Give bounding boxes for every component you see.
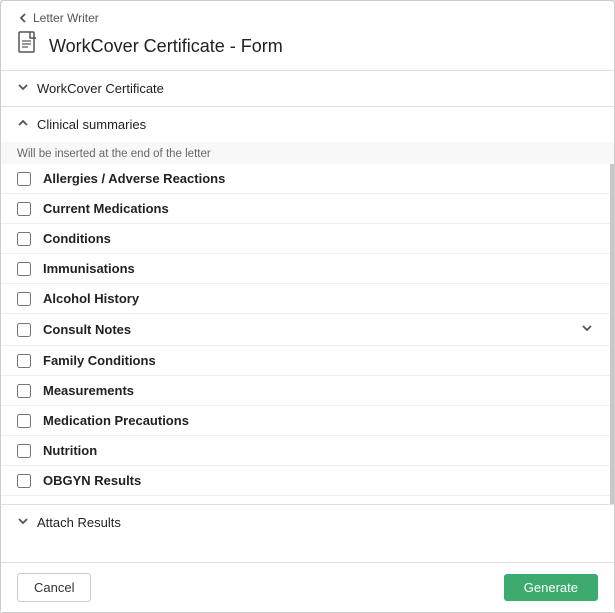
list-item: Conditions (1, 224, 610, 254)
list-item: Current Medications (1, 194, 610, 224)
attach-results-label: Attach Results (37, 515, 121, 530)
modal-body: WorkCover Certificate Clinical summaries… (1, 71, 614, 562)
modal-footer: Cancel Generate (1, 562, 614, 612)
list-item: Nutrition (1, 436, 610, 466)
clinical-items-list: Allergies / Adverse Reactions Current Me… (1, 164, 614, 504)
family-label: Family Conditions (43, 353, 594, 368)
list-item: Allergies / Adverse Reactions (1, 164, 610, 194)
page-title: WorkCover Certificate - Form (17, 31, 598, 62)
medications-checkbox[interactable] (17, 202, 31, 216)
nutrition-label: Nutrition (43, 443, 594, 458)
cancel-button[interactable]: Cancel (17, 573, 91, 602)
workcover-section: WorkCover Certificate (1, 71, 614, 107)
attach-results-header[interactable]: Attach Results (1, 505, 614, 540)
measurements-checkbox[interactable] (17, 384, 31, 398)
back-link[interactable]: Letter Writer (17, 11, 598, 25)
allergies-checkbox[interactable] (17, 172, 31, 186)
conditions-checkbox[interactable] (17, 232, 31, 246)
consult-dropdown-icon[interactable] (580, 321, 594, 338)
list-item: Obstetrics (1, 496, 610, 504)
attach-results-section: Attach Results (1, 505, 614, 540)
immunisations-label: Immunisations (43, 261, 594, 276)
workcover-chevron-icon (17, 81, 29, 96)
immunisations-checkbox[interactable] (17, 262, 31, 276)
obstetrics-dropdown-icon[interactable] (580, 503, 594, 504)
workcover-section-label: WorkCover Certificate (37, 81, 164, 96)
list-item: Alcohol History (1, 284, 610, 314)
clinical-section-content: Will be inserted at the end of the lette… (1, 142, 614, 504)
hint-text: Will be inserted at the end of the lette… (1, 142, 614, 164)
list-item: OBGYN Results (1, 466, 610, 496)
clinical-section: Clinical summaries Will be inserted at t… (1, 107, 614, 505)
workcover-header[interactable]: WorkCover Certificate (1, 71, 614, 106)
alcohol-checkbox[interactable] (17, 292, 31, 306)
obgyn-label: OBGYN Results (43, 473, 594, 488)
attach-results-chevron-icon (17, 515, 29, 530)
medication-prec-checkbox[interactable] (17, 414, 31, 428)
generate-button[interactable]: Generate (504, 574, 598, 601)
consult-label: Consult Notes (43, 322, 580, 337)
conditions-label: Conditions (43, 231, 594, 246)
consult-checkbox[interactable] (17, 323, 31, 337)
list-item: Medication Precautions (1, 406, 610, 436)
list-item: Measurements (1, 376, 610, 406)
family-checkbox[interactable] (17, 354, 31, 368)
list-item: Immunisations (1, 254, 610, 284)
back-arrow-icon (17, 12, 29, 24)
back-link-label: Letter Writer (33, 11, 99, 25)
medications-label: Current Medications (43, 201, 594, 216)
nutrition-checkbox[interactable] (17, 444, 31, 458)
clinical-chevron-icon (17, 117, 29, 132)
clinical-section-label: Clinical summaries (37, 117, 146, 132)
clinical-header[interactable]: Clinical summaries (1, 107, 614, 142)
allergies-label: Allergies / Adverse Reactions (43, 171, 594, 186)
list-item: Consult Notes (1, 314, 610, 346)
document-icon (17, 31, 39, 62)
alcohol-label: Alcohol History (43, 291, 594, 306)
medication-prec-label: Medication Precautions (43, 413, 594, 428)
modal-header: Letter Writer WorkCover Certificate - Fo… (1, 1, 614, 71)
measurements-label: Measurements (43, 383, 594, 398)
modal-container: Letter Writer WorkCover Certificate - Fo… (0, 0, 615, 613)
page-title-text: WorkCover Certificate - Form (49, 36, 283, 57)
obgyn-checkbox[interactable] (17, 474, 31, 488)
list-item: Family Conditions (1, 346, 610, 376)
